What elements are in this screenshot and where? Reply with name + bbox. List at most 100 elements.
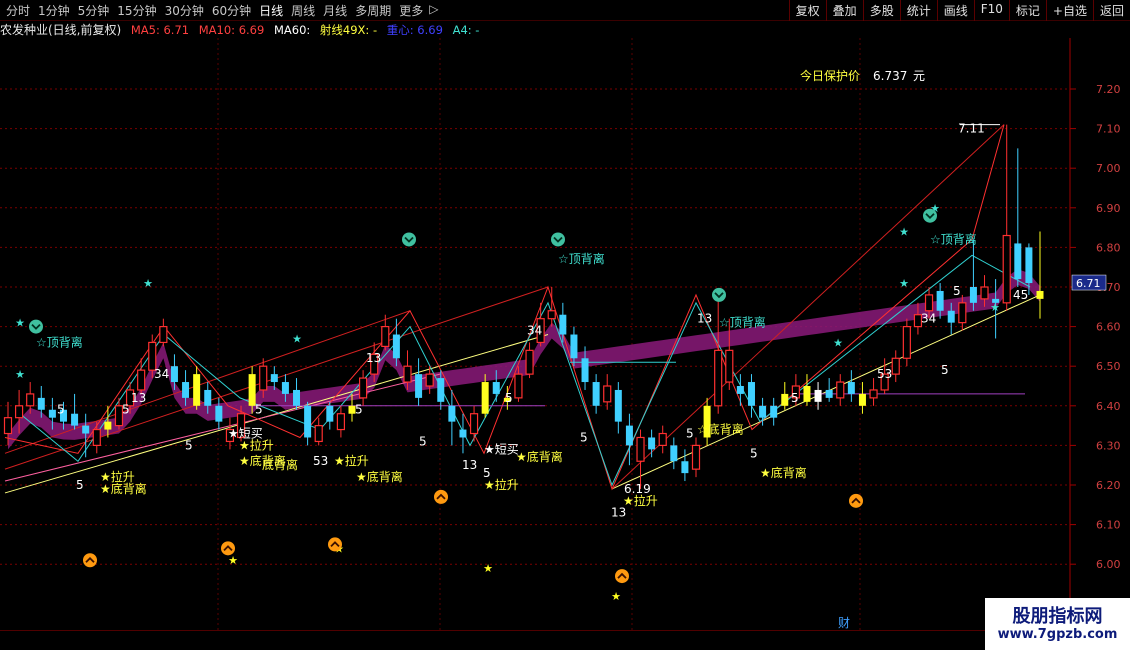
candle-body [259,365,268,391]
candle-body [1002,234,1011,304]
sell-signal-icon [712,287,726,302]
y-tick-label: 6.30 [1096,439,1121,452]
candle-body [492,382,500,394]
candlestick-chart[interactable]: 7.207.107.006.906.806.706.606.506.406.30… [0,24,1130,646]
sell-signal-icon [551,232,565,247]
candle-body [891,357,900,375]
candle-body [514,373,523,399]
toolbar-button-3[interactable]: 统计 [899,0,937,21]
signal-label: ★底背离 [516,449,563,464]
period-tab-10[interactable]: 更多 [395,2,427,19]
shexian-value: 射线49X: - [319,23,378,37]
period-tab-7[interactable]: 周线 [287,2,319,19]
signal-label: ★底背离 [356,469,403,484]
signal-label: ☆顶背离 [719,315,766,330]
candle-body [803,386,811,402]
y-tick-label: 6.90 [1096,202,1121,215]
cyan-star-icon: ★ [899,277,909,290]
cyan-star-icon: ★ [15,317,25,330]
candle-body [448,405,456,422]
candle-body [170,366,178,383]
stock-title[interactable]: 农发种业(日线,前复权) [0,23,121,37]
candle-body [1025,247,1033,284]
signal-label: 5 [953,284,961,298]
candle-body [3,417,13,435]
cyan-star-icon: ★ [15,368,25,381]
watermark-title: 股朋指标网 [1012,606,1103,627]
candle-body [980,286,989,300]
candle-body [770,405,778,418]
candle-body [747,382,755,406]
signal-label: ☆顶背离 [558,251,605,266]
period-tab-3[interactable]: 15分钟 [113,2,160,19]
candle-body [48,409,56,418]
chart-area[interactable]: 7.20 7.10 7.00 6.90 6.80 6.70 6.60 6.50 6.40 6.30… [0,24,1130,646]
candle-body [37,397,45,410]
candle-body [304,405,312,438]
ma5-value: MA5: 6.71 [130,23,190,37]
toolbar-button-7[interactable]: +自选 [1045,0,1093,21]
zigzag-line [4,124,1005,491]
current-price-value: 6.71 [1076,277,1101,290]
toolbar-button-0[interactable]: 复权 [788,0,826,21]
protect-price-label: 今日保护价 [800,68,860,83]
candle-body [281,382,289,394]
period-tab-8[interactable]: 月线 [319,2,351,19]
watermark-url: www.7gpzb.com [997,627,1118,642]
signal-label: 底背离 [262,457,298,472]
period-tab-5[interactable]: 60分钟 [208,2,255,19]
candle-body [525,349,534,375]
signal-label: 13 [611,506,626,520]
candle-body [481,382,489,414]
period-tab-4[interactable]: 30分钟 [161,2,208,19]
signal-label: 5 [505,391,513,405]
buy-signal-icon [849,493,863,508]
candle-body [947,310,955,323]
period-tab-0[interactable]: 分时 [2,2,34,19]
toolbar-button-8[interactable]: 返回 [1092,0,1130,21]
signal-label: 5 [791,391,799,405]
candle-body [1014,243,1022,280]
y-tick-label: 6.60 [1096,321,1121,334]
period-tab-2[interactable]: 5分钟 [74,2,114,19]
a4-value: A4: - [452,23,480,37]
candle-body [958,302,967,324]
candle-body [825,389,833,398]
candle-body [204,389,212,406]
signal-label: 34 [921,312,936,326]
toolbar-button-6[interactable]: 标记 [1008,0,1046,21]
toolbar-button-1[interactable]: 叠加 [825,0,863,21]
trend-band [8,269,1040,450]
y-tick-label: 6.00 [1096,558,1121,571]
candle-body [836,381,845,399]
candle-body [658,432,667,446]
candle-body [592,382,600,406]
period-tab-1[interactable]: 1分钟 [34,2,74,19]
candle-body [326,405,334,422]
toolbar-button-2[interactable]: 多股 [862,0,900,21]
cyan-star-icon: ★ [292,332,302,345]
candle-body [336,413,346,431]
period-tab-6[interactable]: 日线 [255,2,287,19]
candle-body [92,428,101,446]
more-arrow-icon[interactable]: ▷ [427,2,440,19]
candle-body [314,425,323,443]
y-tick-label: 6.10 [1096,519,1121,532]
candle-body [293,389,301,406]
candle-body [415,374,423,398]
y-tick-label: 6.20 [1096,479,1121,492]
toolbar-button-4[interactable]: 画线 [936,0,974,21]
toolbar-button-5[interactable]: F10 [973,0,1009,21]
signal-label: 13 [697,312,712,326]
candle-body [691,444,701,470]
candle-body [358,377,368,399]
cyan-star-icon: ★ [990,301,1000,314]
candle-body [570,334,578,359]
signal-label: 5 [185,438,193,452]
y-tick-label: 6.80 [1096,241,1121,254]
yellow-star-icon: ★ [228,554,238,567]
y-tick-label: 7.20 [1096,83,1121,96]
period-tab-9[interactable]: 多周期 [351,2,395,19]
candle-body [670,445,678,462]
candle-body [625,425,633,446]
